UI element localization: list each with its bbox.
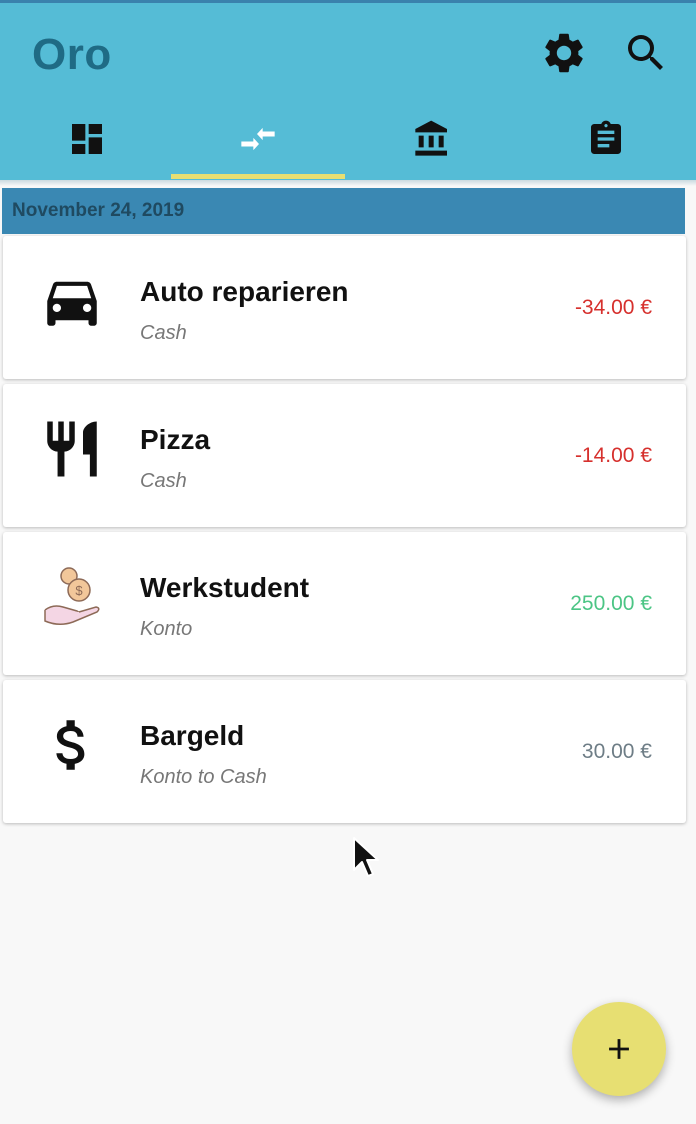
transaction-title: Pizza xyxy=(140,424,211,455)
dollar-icon xyxy=(39,712,105,778)
tab-dashboard[interactable] xyxy=(0,103,174,180)
gear-icon[interactable] xyxy=(540,29,588,77)
bank-icon xyxy=(415,120,447,156)
app-bar-shadow xyxy=(0,180,696,186)
svg-text:$: $ xyxy=(75,583,83,598)
search-icon[interactable] xyxy=(622,29,670,77)
tab-indicator xyxy=(171,174,345,179)
date-header: November 24, 2019 xyxy=(2,188,685,234)
transaction-account: Konto xyxy=(140,618,193,640)
cutlery-icon xyxy=(39,416,105,482)
car-icon xyxy=(39,268,105,334)
dashboard-icon xyxy=(72,124,102,154)
transaction-item-werkstudent[interactable]: $ Werkstudent Konto 250.00 € xyxy=(3,532,686,675)
transaction-amount: 250.00 € xyxy=(570,592,652,615)
tab-reports[interactable] xyxy=(519,103,693,180)
transaction-item-pizza[interactable]: Pizza Cash -14.00 € xyxy=(3,384,686,527)
transaction-amount: -14.00 € xyxy=(574,444,652,467)
transaction-item-auto-reparieren[interactable]: Auto reparieren Cash -34.00 € xyxy=(3,236,686,379)
plus-icon xyxy=(609,1039,629,1059)
tab-transactions[interactable] xyxy=(171,103,345,180)
transaction-item-bargeld[interactable]: Bargeld Konto to Cash 30.00 € xyxy=(3,680,686,823)
transaction-title: Bargeld xyxy=(140,720,245,751)
transaction-amount: 30.00 € xyxy=(581,740,652,763)
app-bar: Oro xyxy=(0,3,696,180)
tab-bar xyxy=(0,103,696,180)
transaction-account: Konto to Cash xyxy=(140,766,267,788)
transaction-title: Auto reparieren xyxy=(140,276,349,307)
app-title: Oro xyxy=(32,30,112,79)
transaction-account: Cash xyxy=(140,322,187,344)
money-hand-icon: $ xyxy=(39,564,105,630)
tab-accounts[interactable] xyxy=(345,103,519,180)
add-transaction-button[interactable] xyxy=(572,1002,666,1096)
clipboard-icon xyxy=(591,120,621,154)
transaction-title: Werkstudent xyxy=(140,572,310,603)
transfer-arrows-icon xyxy=(241,127,275,151)
transaction-account: Cash xyxy=(140,470,187,492)
mouse-pointer-icon xyxy=(352,836,380,878)
transaction-amount: -34.00 € xyxy=(574,296,652,319)
